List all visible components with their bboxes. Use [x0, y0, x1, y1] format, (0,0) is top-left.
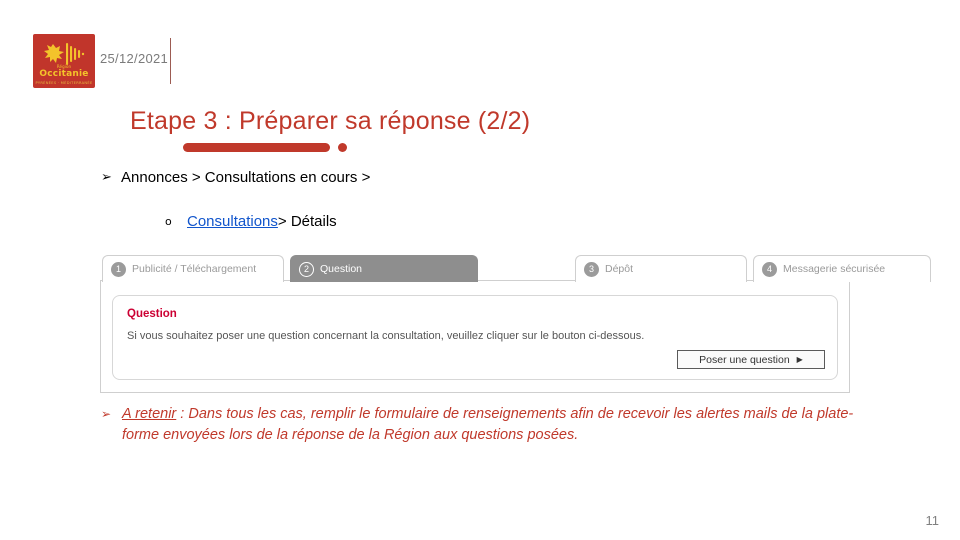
tab-number-badge: 4 — [762, 261, 777, 277]
slide: Région Occitanie PYRÉNÉES · MÉDITERRANÉE… — [0, 0, 960, 540]
page-number: 11 — [925, 513, 940, 528]
question-panel-heading: Question — [127, 308, 177, 320]
tab-depot[interactable]: 3 Dépôt — [575, 255, 747, 282]
breadcrumb-level-1-text: Annonces > Consultations en cours > — [121, 169, 371, 186]
tab-label: Publicité / Téléchargement — [132, 263, 257, 275]
slide-header: Région Occitanie PYRÉNÉES · MÉDITERRANÉE… — [0, 0, 960, 96]
circle-bullet-icon: o — [165, 215, 172, 228]
poser-une-question-button[interactable]: Poser une question ▶ — [677, 350, 825, 369]
breadcrumb-level-2-text: Consultations> Détails — [187, 212, 337, 232]
tab-number-badge: 1 — [111, 261, 126, 277]
tab-question[interactable]: 2 Question — [290, 255, 478, 282]
tab-label: Dépôt — [605, 263, 634, 275]
tab-publicite-telechargement[interactable]: 1 Publicité / Téléchargement — [102, 255, 284, 282]
logo-brand: Occitanie — [39, 69, 89, 79]
tab-messagerie-securisee[interactable]: 4 Messagerie sécurisée — [753, 255, 931, 282]
arrow-bullet-icon: ➢ — [101, 407, 112, 421]
logo-subtext: PYRÉNÉES · MÉDITERRANÉE — [35, 81, 93, 85]
arrow-bullet-icon: ➢ — [101, 170, 112, 185]
page-title: Etape 3 : Préparer sa réponse (2/2) — [130, 107, 531, 135]
header-separator — [170, 38, 171, 84]
question-panel-description: Si vous souhaitez poser une question con… — [127, 330, 645, 342]
consultations-link[interactable]: Consultations — [187, 213, 278, 230]
title-underline-dot — [338, 143, 347, 152]
question-panel: Question Si vous souhaitez poser une que… — [112, 295, 838, 380]
breadcrumb-level-2: o Consultations> Détails — [165, 212, 337, 232]
tab-number-badge: 2 — [299, 261, 314, 277]
tab-label: Question — [320, 263, 363, 275]
embedded-app-screenshot: 1 Publicité / Téléchargement 2 Question … — [100, 255, 931, 395]
triangle-right-icon: ▶ — [796, 354, 803, 364]
tab-label: Messagerie sécurisée — [783, 263, 886, 275]
retenir-note-lead: A retenir — [122, 406, 177, 422]
slide-date: 25/12/2021 — [100, 51, 169, 66]
app-tab-bar: 1 Publicité / Téléchargement 2 Question … — [100, 255, 931, 282]
retenir-note-text: A retenir : Dans tous les cas, remplir l… — [122, 404, 861, 446]
title-underline-bar — [183, 143, 330, 152]
breadcrumb-level-1: ➢ Annonces > Consultations en cours > — [101, 168, 370, 188]
poser-une-question-button-label: Poser une question — [699, 353, 790, 366]
retenir-note-body: : Dans tous les cas, remplir le formulai… — [122, 406, 854, 443]
retenir-note: ➢ A retenir : Dans tous les cas, remplir… — [101, 404, 861, 446]
tab-number-badge: 3 — [584, 261, 599, 277]
occitanie-logo: Région Occitanie PYRÉNÉES · MÉDITERRANÉE — [33, 34, 95, 88]
breadcrumb-level-2-tail: > Détails — [277, 213, 337, 230]
